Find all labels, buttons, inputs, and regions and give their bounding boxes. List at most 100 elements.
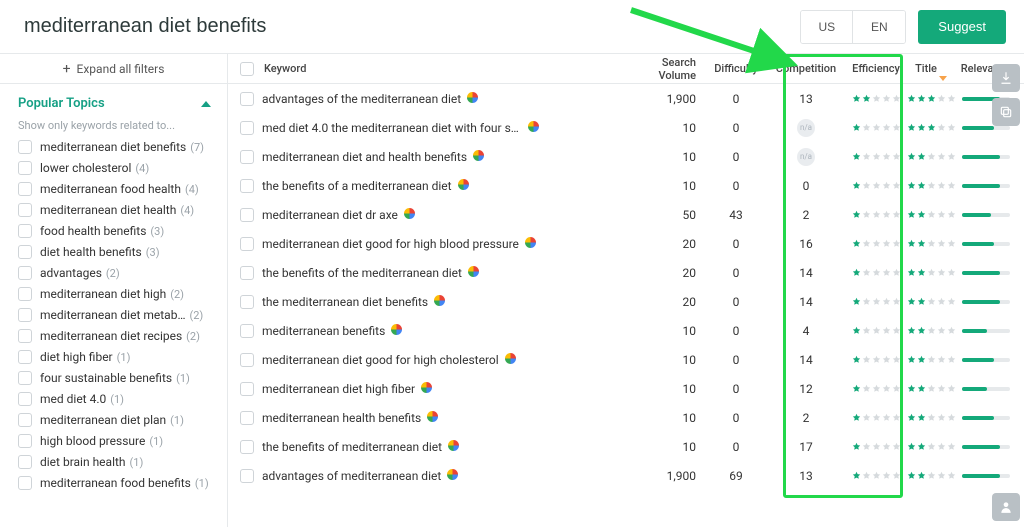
search-query-input[interactable] [24, 15, 800, 38]
filter-item[interactable]: mediterranean diet recipes(2) [18, 329, 211, 343]
row-checkbox[interactable] [240, 208, 254, 222]
diff-cell: 0 [706, 121, 766, 135]
select-all-checkbox[interactable] [240, 62, 254, 76]
title-cell [906, 382, 956, 396]
google-icon[interactable] [447, 469, 458, 480]
row-checkbox[interactable] [240, 324, 254, 338]
keyword-cell[interactable]: mediterranean diet high fiber [262, 382, 626, 396]
row-checkbox[interactable] [240, 440, 254, 454]
filter-item[interactable]: diet health benefits(3) [18, 245, 211, 259]
row-checkbox[interactable] [240, 295, 254, 309]
google-icon[interactable] [448, 440, 459, 451]
google-icon[interactable] [468, 266, 479, 277]
filter-item[interactable]: high blood pressure(1) [18, 434, 211, 448]
filter-checkbox[interactable] [18, 392, 32, 406]
google-icon[interactable] [458, 179, 469, 190]
filter-checkbox[interactable] [18, 245, 32, 259]
filter-checkbox[interactable] [18, 371, 32, 385]
popular-topics-toggle[interactable]: Popular Topics [18, 96, 211, 111]
expand-filters-button[interactable]: + Expand all filters [0, 54, 227, 84]
filter-checkbox[interactable] [18, 476, 32, 490]
filter-checkbox[interactable] [18, 329, 32, 343]
row-checkbox[interactable] [240, 266, 254, 280]
keyword-cell[interactable]: med diet 4.0 the mediterranean diet with… [262, 121, 626, 135]
country-button[interactable]: US [801, 11, 853, 43]
google-icon[interactable] [391, 324, 402, 335]
google-icon[interactable] [528, 121, 539, 132]
keyword-cell[interactable]: the benefits of the mediterranean diet [262, 266, 626, 280]
filter-checkbox[interactable] [18, 308, 32, 322]
suggest-button[interactable]: Suggest [918, 10, 1006, 44]
row-checkbox[interactable] [240, 353, 254, 367]
row-checkbox[interactable] [240, 411, 254, 425]
keyword-cell[interactable]: the mediterranean diet benefits [262, 295, 626, 309]
filter-checkbox[interactable] [18, 203, 32, 217]
filter-checkbox[interactable] [18, 350, 32, 364]
filter-checkbox[interactable] [18, 455, 32, 469]
col-competition[interactable]: Competition [766, 62, 846, 75]
filter-item[interactable]: mediterranean diet health(4) [18, 203, 211, 217]
google-icon[interactable] [434, 295, 445, 306]
filter-checkbox[interactable] [18, 161, 32, 175]
download-button[interactable] [992, 64, 1020, 92]
filter-item[interactable]: four sustainable benefits(1) [18, 371, 211, 385]
google-icon[interactable] [505, 353, 516, 364]
table-row: mediterranean diet good for high blood p… [228, 229, 1024, 258]
row-checkbox[interactable] [240, 382, 254, 396]
keyword-cell[interactable]: the benefits of mediterranean diet [262, 440, 626, 454]
keyword-cell[interactable]: advantages of mediterranean diet [262, 469, 626, 483]
row-checkbox[interactable] [240, 92, 254, 106]
copy-button[interactable] [992, 98, 1020, 126]
filter-item[interactable]: mediterranean food health(4) [18, 182, 211, 196]
keyword-cell[interactable]: mediterranean diet good for high cholest… [262, 353, 626, 367]
col-keyword[interactable]: Keyword [264, 62, 626, 75]
keyword-cell[interactable]: the benefits of a mediterranean diet [262, 179, 626, 193]
col-search-volume[interactable]: Search Volume [626, 56, 706, 82]
google-icon[interactable] [525, 237, 536, 248]
keyword-cell[interactable]: advantages of the mediterranean diet [262, 92, 626, 106]
filter-item[interactable]: mediterranean diet high(2) [18, 287, 211, 301]
language-button[interactable]: EN [853, 11, 905, 43]
google-icon[interactable] [427, 411, 438, 422]
filter-checkbox[interactable] [18, 140, 32, 154]
comp-cell: n/a [766, 119, 846, 137]
filter-label: mediterranean food health [40, 182, 181, 196]
col-difficulty[interactable]: Difficulty [706, 62, 766, 75]
filter-item[interactable]: mediterranean diet plan(1) [18, 413, 211, 427]
filter-item[interactable]: med diet 4.0(1) [18, 392, 211, 406]
col-title[interactable]: Title [906, 62, 956, 75]
keyword-cell[interactable]: mediterranean health benefits [262, 411, 626, 425]
google-icon[interactable] [467, 92, 478, 103]
title-cell [906, 440, 956, 454]
filter-item[interactable]: advantages(2) [18, 266, 211, 280]
filter-checkbox[interactable] [18, 266, 32, 280]
filter-item[interactable]: mediterranean diet benefits(7) [18, 140, 211, 154]
filter-item[interactable]: diet brain health(1) [18, 455, 211, 469]
filter-item[interactable]: mediterranean diet metab…(2) [18, 308, 211, 322]
row-checkbox[interactable] [240, 469, 254, 483]
row-checkbox[interactable] [240, 121, 254, 135]
filter-checkbox[interactable] [18, 434, 32, 448]
row-checkbox[interactable] [240, 150, 254, 164]
filter-item[interactable]: food health benefits(3) [18, 224, 211, 238]
google-icon[interactable] [473, 150, 484, 161]
keyword-cell[interactable]: mediterranean diet and health benefits [262, 150, 626, 164]
row-checkbox[interactable] [240, 179, 254, 193]
filter-checkbox[interactable] [18, 287, 32, 301]
filter-item[interactable]: diet high fiber(1) [18, 350, 211, 364]
filter-checkbox[interactable] [18, 182, 32, 196]
results-rows[interactable]: advantages of the mediterranean diet1,90… [228, 84, 1024, 527]
filter-checkbox[interactable] [18, 413, 32, 427]
keyword-cell[interactable]: mediterranean diet dr axe [262, 208, 626, 222]
row-checkbox[interactable] [240, 237, 254, 251]
filter-item[interactable]: lower cholesterol(4) [18, 161, 211, 175]
filter-item[interactable]: mediterranean food benefits(1) [18, 476, 211, 490]
filter-checkbox[interactable] [18, 224, 32, 238]
col-efficiency[interactable]: Efficiency [846, 62, 906, 75]
google-icon[interactable] [421, 382, 432, 393]
rel-cell [956, 411, 1016, 425]
keyword-cell[interactable]: mediterranean benefits [262, 324, 626, 338]
google-icon[interactable] [404, 208, 415, 219]
keyword-cell[interactable]: mediterranean diet good for high blood p… [262, 237, 626, 251]
user-button[interactable] [992, 493, 1020, 521]
